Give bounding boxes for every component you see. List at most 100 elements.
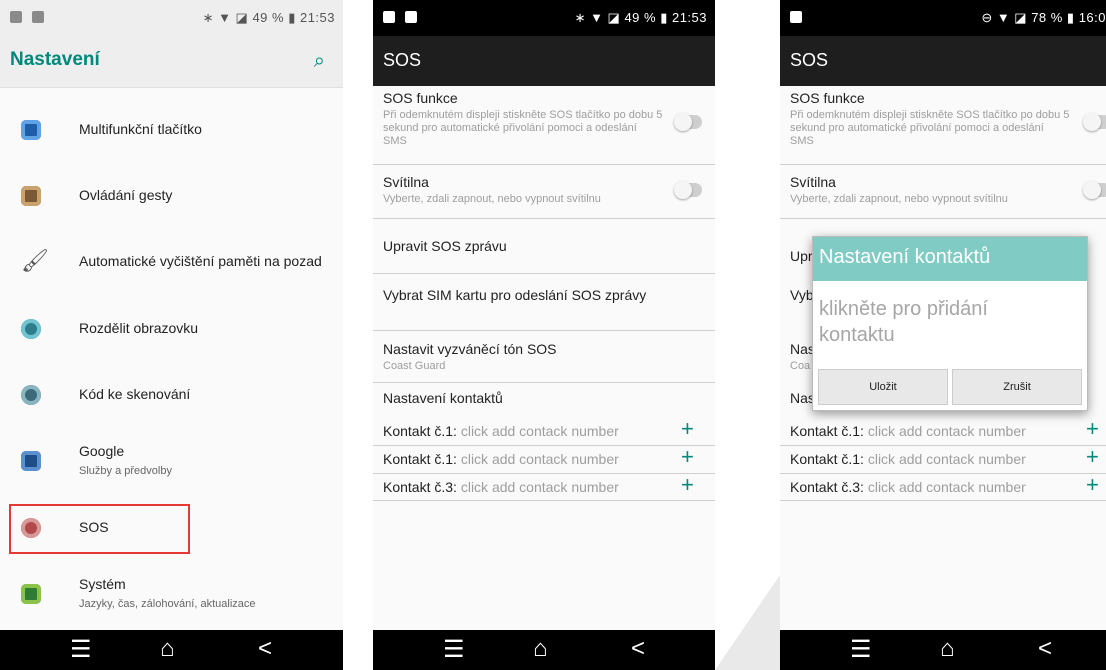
back-icon[interactable]: < [1038, 635, 1052, 663]
page-title: SOS [790, 50, 829, 70]
contact-label: Kontakt č.1: [383, 423, 457, 439]
settings-item-label: Multifunkční tlačítko [79, 121, 202, 137]
broom-icon: 🖌︎ [21, 248, 49, 273]
contact-value: click add contack number [460, 479, 619, 495]
system-icon [21, 584, 41, 604]
add-contact-icon[interactable]: + [681, 416, 694, 442]
flashlight-toggle[interactable] [674, 181, 702, 199]
settings-item-split-screen[interactable]: Rozdělit obrazovku [0, 297, 343, 363]
sos-function-setting[interactable]: SOS funkce Při odemknutém displeji stisk… [790, 90, 1070, 148]
status-indicators: ∗ ▼ ◪ 49 % ▮ 21:53 [202, 10, 335, 25]
dialog-message[interactable]: klikněte pro přidání kontaktu [813, 281, 1043, 348]
search-icon[interactable]: ⌕ [314, 50, 325, 73]
app-bar: SOS [780, 36, 1106, 86]
split-screen-icon [21, 319, 41, 339]
settings-item-google[interactable]: Google Služby a předvolby [0, 429, 343, 495]
settings-screen: ∗ ▼ ◪ 49 % ▮ 21:53 Nastavení ⌕ Multifunk… [0, 0, 343, 670]
contact-row[interactable]: Kontakt č.1: click add contack number [383, 451, 715, 467]
image-notification-icon [10, 11, 22, 23]
page-title: SOS [383, 50, 422, 70]
app-bar: SOS [373, 36, 715, 86]
sd-card-icon [405, 11, 417, 23]
navigation-bar: ☰ ⌂ < [780, 630, 1106, 670]
sos-highlight-box [9, 504, 190, 554]
settings-item-scan-code[interactable]: Kód ke skenování [0, 363, 343, 429]
settings-item-system[interactable]: Systém Jazyky, čas, zálohování, aktualiz… [0, 562, 343, 628]
navigation-bar: ☰ ⌂ < [373, 630, 715, 670]
contact-label: Kontakt č.1: [383, 451, 457, 467]
back-icon[interactable]: < [258, 635, 272, 663]
settings-item-label: Rozdělit obrazovku [79, 320, 199, 336]
contact-label: Kontakt č.1: [790, 451, 864, 467]
menu-icon[interactable]: ☰ [70, 635, 92, 664]
contact-label: Kontakt č.3: [383, 479, 457, 495]
settings-item-label: Systém [79, 576, 126, 592]
sos-dialog-screen: ⊖ ▼ ◪ 78 % ▮ 16:0 SOS SOS funkce Při ode… [780, 0, 1106, 670]
contact-value: click add contack number [460, 451, 619, 467]
edit-sos-message[interactable]: Upravit SOS zprávu [383, 238, 715, 254]
setting-title: SOS funkce [790, 90, 865, 106]
add-contact-icon[interactable]: + [1086, 444, 1099, 470]
contact-row[interactable]: Kontakt č.3: click add contack number [790, 479, 1106, 495]
sos-function-setting[interactable]: SOS funkce Při odemknutém displeji stisk… [383, 90, 663, 148]
home-icon[interactable]: ⌂ [940, 635, 955, 663]
settings-item-multifunction[interactable]: Multifunkční tlačítko [0, 98, 343, 164]
home-icon[interactable]: ⌂ [533, 635, 548, 663]
settings-item-gestures[interactable]: Ovládání gesty [0, 164, 343, 230]
contact-label: Kontakt č.1: [790, 423, 864, 439]
setting-description: Vyberte, zdali zapnout, nebo vypnout sví… [790, 193, 1008, 205]
contact-row[interactable]: Kontakt č.3: click add contack number [383, 479, 715, 495]
settings-item-label: Google [79, 443, 125, 459]
dialog-title: Nastavení kontaktů [813, 237, 1087, 281]
cancel-button[interactable]: Zrušit [952, 369, 1082, 405]
flashlight-setting[interactable]: Svítilna Vyberte, zdali zapnout, nebo vy… [383, 174, 715, 206]
add-contact-icon[interactable]: + [1086, 416, 1099, 442]
contacts-settings-header: Nastavení kontaktů [383, 390, 715, 406]
status-bar: ∗ ▼ ◪ 49 % ▮ 21:53 [0, 0, 343, 36]
settings-item-subtitle: Jazyky, čas, zálohování, aktualizace [79, 598, 256, 610]
settings-item-subtitle: Služby a předvolby [79, 465, 172, 477]
app-bar: Nastavení ⌕ [0, 36, 343, 88]
setting-value: Coast Guard [383, 360, 446, 372]
status-bar: ⊖ ▼ ◪ 78 % ▮ 16:0 [780, 0, 1106, 36]
home-icon[interactable]: ⌂ [160, 635, 175, 663]
contact-row[interactable]: Kontakt č.1: click add contack number [790, 423, 1106, 439]
setting-title: Nastavit vyzváněcí tón SOS [383, 341, 557, 357]
section-title: Nastavení kontaktů [383, 390, 503, 406]
setting-title: Upravit SOS zprávu [383, 238, 507, 254]
settings-item-memory-cleanup[interactable]: 🖌︎ Automatické vyčištění paměti na pozad [0, 230, 343, 296]
add-contact-icon[interactable]: + [681, 444, 694, 470]
menu-icon[interactable]: ☰ [850, 635, 872, 664]
image-notification-icon [383, 11, 395, 23]
contact-row[interactable]: Kontakt č.1: click add contack number [383, 423, 715, 439]
back-icon[interactable]: < [631, 635, 645, 663]
flashlight-setting[interactable]: Svítilna Vyberte, zdali zapnout, nebo vy… [790, 174, 1106, 206]
contact-value: click add contack number [867, 479, 1026, 495]
multifunction-button-icon [21, 120, 41, 140]
sd-card-icon [32, 11, 44, 23]
page-title: Nastavení [10, 49, 100, 70]
setting-title: SOS funkce [383, 90, 458, 106]
flashlight-toggle[interactable] [1083, 181, 1106, 199]
contact-row[interactable]: Kontakt č.1: click add contack number [790, 451, 1106, 467]
setting-title: Svítilna [790, 174, 836, 190]
setting-description: Při odemknutém displeji stiskněte SOS tl… [790, 109, 1070, 147]
select-sim-card[interactable]: Vybrat SIM kartu pro odeslání SOS zprávy [383, 287, 715, 303]
setting-title: Svítilna [383, 174, 429, 190]
menu-icon[interactable]: ☰ [443, 635, 465, 664]
add-contact-icon[interactable]: + [1086, 472, 1099, 498]
gesture-icon [21, 186, 41, 206]
sos-function-toggle[interactable] [1083, 113, 1106, 131]
image-notification-icon [790, 11, 802, 23]
sos-function-toggle[interactable] [674, 113, 702, 131]
settings-item-label: Kód ke skenování [79, 386, 191, 402]
settings-item-label: Automatické vyčištění paměti na pozad [79, 253, 322, 269]
status-indicators: ∗ ▼ ◪ 49 % ▮ 21:53 [574, 10, 707, 25]
add-contact-icon[interactable]: + [681, 472, 694, 498]
navigation-bar: ☰ ⌂ < [0, 630, 343, 670]
contact-label: Kontakt č.3: [790, 479, 864, 495]
sos-ringtone-setting[interactable]: Nastavit vyzváněcí tón SOS Coast Guard [383, 341, 715, 373]
contacts-settings-dialog: Nastavení kontaktů klikněte pro přidání … [812, 236, 1088, 411]
save-button[interactable]: Uložit [818, 369, 948, 405]
scan-icon [21, 385, 41, 405]
